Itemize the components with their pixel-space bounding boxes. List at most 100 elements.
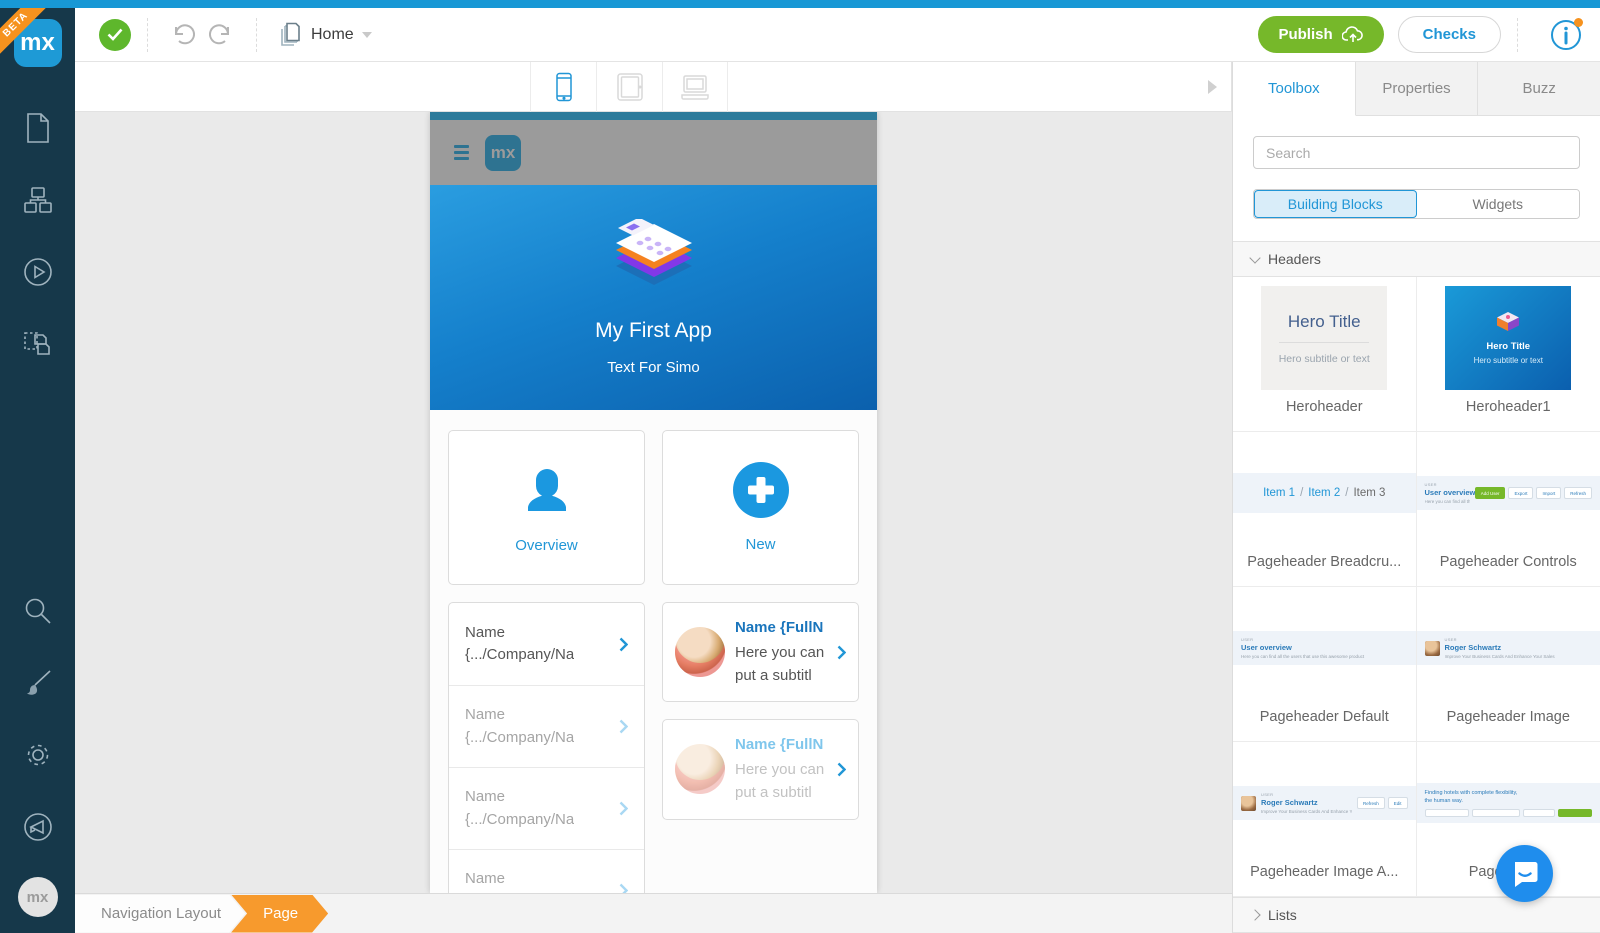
heroheader-thumbnail: Hero Title Hero subtitle or text <box>1261 286 1388 390</box>
image-thumbnail: USER Roger Schwartz Improve Your Busines… <box>1416 631 1600 665</box>
gear-icon <box>27 744 48 766</box>
person-icon <box>527 469 566 511</box>
chevron-right-icon <box>837 762 846 777</box>
tab-properties[interactable]: Properties <box>1355 62 1479 115</box>
publish-button[interactable]: Publish <box>1258 16 1384 53</box>
widgets-toggle[interactable]: Widgets <box>1416 190 1579 218</box>
mini-avatar <box>1241 795 1256 811</box>
device-phone-button[interactable] <box>530 61 596 112</box>
tablet-icon <box>616 72 643 101</box>
name-list-card: Name {.../Company/Na Name {.../Company/Na … <box>448 602 645 893</box>
profile-subtitle: Here you can put a subtitl <box>735 643 825 684</box>
chat-launcher-button[interactable] <box>1496 845 1553 902</box>
profile-card[interactable]: Name {FullN Here you can put a subtitl <box>662 719 859 820</box>
info-button[interactable] <box>1550 17 1583 51</box>
list-item[interactable]: Name{.../Company/Na <box>449 603 644 685</box>
profile-subtitle: Here you can put a subtitl <box>735 761 825 802</box>
status-ok-button[interactable] <box>99 18 131 51</box>
toolbar-separator <box>1517 17 1518 52</box>
search-icon <box>25 598 51 624</box>
phone-content: Overview New Name {.../Company/Na Name {..… <box>430 410 877 893</box>
cube-icon <box>1497 312 1520 331</box>
list-item[interactable]: Name{.../Company/Na <box>449 767 644 849</box>
sitemap-icon <box>23 187 52 213</box>
undo-button[interactable] <box>168 20 198 50</box>
heroheader1-thumbnail: Hero Title Hero subtitle or text <box>1445 286 1572 390</box>
hamburger-menu-icon[interactable] <box>454 145 469 160</box>
breadcrumb-navigation-layout[interactable]: Navigation Layout <box>75 895 245 933</box>
chevron-right-icon <box>619 801 628 816</box>
phone-app-logo: mx <box>485 134 521 171</box>
undo-icon <box>175 23 195 44</box>
user-avatar[interactable]: mx <box>17 877 58 917</box>
sidebar-item-feedback[interactable] <box>16 805 60 849</box>
design-canvas[interactable]: mx My First App Text For Simo Overview N… <box>75 112 1232 893</box>
breadcrumb-bar: Navigation Layout Page <box>75 893 1232 933</box>
tab-buzz[interactable]: Buzz <box>1478 62 1600 115</box>
breadcrumb-page[interactable]: Page <box>231 895 328 933</box>
chevron-down-icon <box>1249 251 1261 264</box>
collapse-panel-arrow[interactable] <box>1208 79 1217 94</box>
document-switcher[interactable]: Home <box>279 22 372 48</box>
cloud-upload-icon <box>1341 25 1363 42</box>
sidebar-item-microflows[interactable] <box>16 250 60 294</box>
right-panel: Toolbox Properties Buzz Building Blocks … <box>1232 62 1600 933</box>
toolbar-separator <box>256 17 257 52</box>
profile-photo <box>675 744 725 795</box>
block-heroheader1[interactable]: Hero Title Hero subtitle or text Herohea… <box>1416 277 1600 432</box>
phone-icon <box>555 72 572 101</box>
mini-avatar <box>1424 640 1440 656</box>
check-icon <box>107 28 123 41</box>
laptop-icon <box>681 74 709 100</box>
app-logo-block[interactable]: mx BETA <box>0 8 75 78</box>
publish-label: Publish <box>1278 26 1333 43</box>
profile-name: Name {FullN <box>735 619 824 636</box>
toolbox-search-input[interactable] <box>1253 136 1580 169</box>
block-pageheader-image-actions[interactable]: USER Roger Schwartz Improve Your Busines… <box>1233 742 1417 897</box>
sidebar-item-layouts[interactable] <box>16 322 60 366</box>
chevron-right-icon <box>619 719 628 734</box>
new-label: New <box>745 536 776 553</box>
overview-card[interactable]: Overview <box>448 430 645 585</box>
block-pageheader-controls[interactable]: USER User overview Here you can find all… <box>1416 432 1600 587</box>
sidebar-item-search[interactable] <box>16 589 60 633</box>
section-headers[interactable]: Headers <box>1233 241 1600 277</box>
phone-preview[interactable]: mx My First App Text For Simo Overview N… <box>430 112 877 893</box>
block-pageheader-breadcrumb[interactable]: Item 1/ Item 2/ Item 3 Pageheader Breadc… <box>1233 432 1417 587</box>
list-item[interactable]: Name{.../Company/Na <box>449 849 644 893</box>
notification-dot <box>1574 17 1583 27</box>
sidebar-item-theme[interactable] <box>16 661 60 705</box>
chevron-down-icon <box>361 31 372 38</box>
profile-card[interactable]: Name {FullN Here you can put a subtitl <box>662 602 859 703</box>
hero-title: My First App <box>595 319 712 342</box>
chevron-right-icon <box>619 637 628 651</box>
block-heroheader[interactable]: Hero Title Hero subtitle or text Herohea… <box>1233 277 1417 432</box>
device-desktop-button[interactable] <box>662 61 728 112</box>
sidebar-item-domain-model[interactable] <box>16 178 60 222</box>
copy-pages-icon <box>23 332 50 355</box>
list-item[interactable]: Name{.../Company/Na <box>449 685 644 767</box>
profile-photo <box>675 627 725 678</box>
device-tablet-button[interactable] <box>596 61 662 112</box>
building-blocks-toggle[interactable]: Building Blocks <box>1254 190 1417 218</box>
checks-button[interactable]: Checks <box>1397 16 1501 53</box>
block-pageheader-default[interactable]: USER User overview Here you can find all… <box>1233 587 1417 742</box>
chevron-right-icon <box>837 645 846 659</box>
redo-button[interactable] <box>206 20 236 50</box>
window-accent-strip <box>0 0 1600 8</box>
overview-label: Overview <box>515 537 578 554</box>
new-card[interactable]: New <box>662 430 859 585</box>
image-actions-thumbnail: USER Roger Schwartz Improve Your Busines… <box>1233 786 1416 820</box>
pages-icon <box>281 22 300 46</box>
current-page-title: Home <box>311 25 354 43</box>
sidebar-item-settings[interactable] <box>16 733 60 777</box>
redo-icon <box>209 23 229 44</box>
plus-icon <box>732 462 789 518</box>
section-lists[interactable]: Lists <box>1233 897 1600 933</box>
tab-toolbox[interactable]: Toolbox <box>1233 62 1356 116</box>
chat-smile-icon <box>1514 861 1537 887</box>
chevron-right-icon <box>1249 909 1261 921</box>
block-pageheader-image[interactable]: USER Roger Schwartz Improve Your Busines… <box>1416 587 1600 742</box>
hero-header[interactable]: My First App Text For Simo <box>430 185 877 410</box>
sidebar-item-pages[interactable] <box>16 106 60 150</box>
